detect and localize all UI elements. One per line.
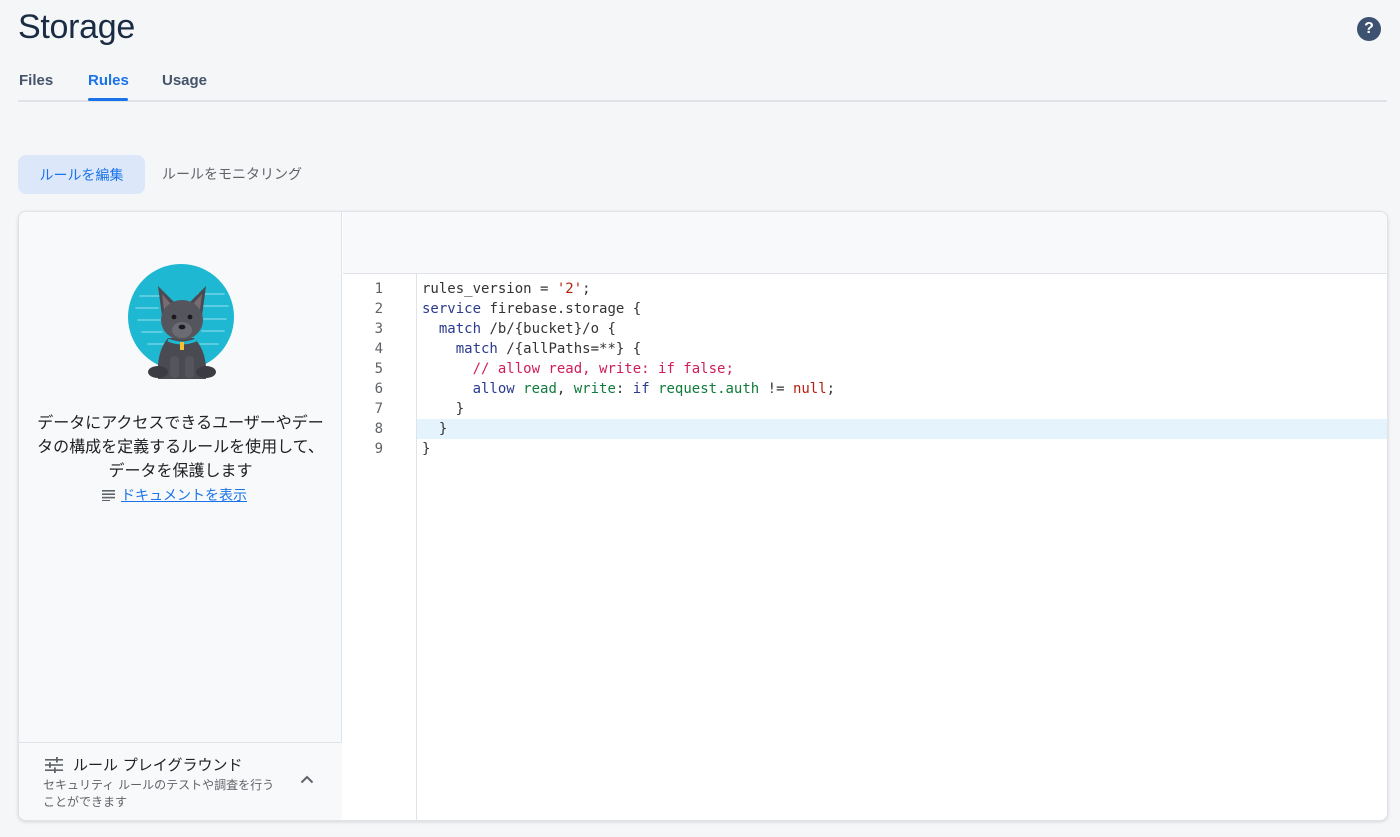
code-line: } bbox=[438, 421, 448, 437]
rules-code-editor[interactable]: rules_version = '2'; service firebase.sto… bbox=[417, 274, 1387, 820]
code-line: match /{allPaths=**} { bbox=[455, 341, 642, 357]
rules-panel: データにアクセスできるユーザーやデータの構成を定義するルールを使用して、データを… bbox=[18, 211, 1388, 821]
line-number: 3 bbox=[374, 321, 383, 337]
line-number-gutter: 1 2 3 4 5 6 7 8 9 bbox=[343, 274, 417, 820]
tab-usage[interactable]: Usage bbox=[162, 72, 207, 89]
view-docs-label[interactable]: ドキュメントを表示 bbox=[121, 485, 247, 505]
playground-subtitle: セキュリティ ルールのテストや調査を行うことができます bbox=[43, 778, 275, 809]
current-line-highlight bbox=[417, 419, 1387, 439]
line-number: 2 bbox=[374, 301, 383, 317]
tab-files[interactable]: Files bbox=[19, 72, 53, 89]
code-line: } bbox=[455, 401, 465, 417]
notes-icon bbox=[102, 490, 115, 501]
tab-rules[interactable]: Rules bbox=[88, 72, 129, 89]
line-number: 7 bbox=[374, 401, 383, 417]
line-number: 1 bbox=[374, 281, 383, 297]
line-number: 8 bbox=[374, 421, 383, 437]
page-title: Storage bbox=[18, 8, 135, 46]
active-tab-indicator bbox=[88, 98, 128, 101]
dog-illustration-icon bbox=[128, 264, 234, 379]
view-docs-link[interactable]: ドキュメントを表示 bbox=[102, 485, 247, 505]
monitor-rules-button[interactable]: ルールをモニタリング bbox=[162, 164, 302, 184]
line-number: 4 bbox=[374, 341, 383, 357]
rules-playground-toggle[interactable]: ルール プレイグラウンド セキュリティ ルールのテストや調査を行うことができます bbox=[19, 742, 342, 820]
rules-sidebar: データにアクセスできるユーザーやデータの構成を定義するルールを使用して、データを… bbox=[19, 212, 342, 820]
tab-bar: Files Rules Usage bbox=[18, 60, 1387, 102]
code-line: service firebase.storage { bbox=[422, 301, 642, 317]
chevron-up-icon[interactable] bbox=[300, 774, 314, 784]
editor-toolbar bbox=[343, 212, 1387, 274]
rules-description: データにアクセスできるユーザーやデータの構成を定義するルールを使用して、データを… bbox=[37, 413, 324, 480]
code-line: match /b/{bucket}/o { bbox=[438, 321, 616, 337]
line-number: 6 bbox=[374, 381, 383, 397]
code-line: } bbox=[422, 441, 431, 457]
edit-rules-button[interactable]: ルールを編集 bbox=[18, 155, 145, 194]
code-line: allow read, write: if request.auth != nu… bbox=[472, 381, 836, 397]
playground-title: ルール プレイグラウンド bbox=[73, 756, 243, 774]
code-line: rules_version = '2'; bbox=[422, 281, 591, 297]
line-number: 9 bbox=[374, 441, 383, 457]
help-icon[interactable]: ? bbox=[1357, 17, 1381, 41]
tune-icon bbox=[45, 757, 63, 773]
line-number: 5 bbox=[374, 361, 383, 377]
code-line: // allow read, write: if false; bbox=[472, 361, 734, 377]
